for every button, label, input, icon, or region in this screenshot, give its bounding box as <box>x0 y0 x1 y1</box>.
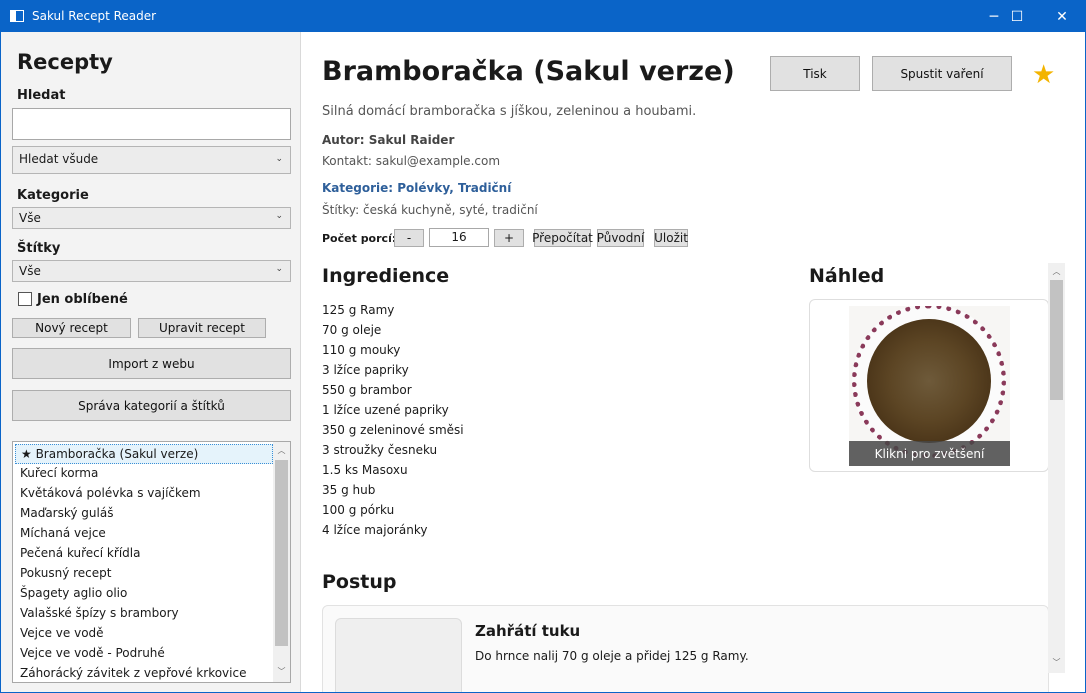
chevron-down-icon: ⌄ <box>275 211 283 221</box>
search-input[interactable] <box>12 108 291 140</box>
list-item[interactable]: Vejce ve vodě - Podruhé <box>15 644 273 664</box>
list-item[interactable]: Vejce ve vodě <box>15 624 273 644</box>
edit-recipe-button[interactable]: Upravit recept <box>138 318 266 338</box>
ingredient-item: 100 g pórku <box>322 503 395 517</box>
original-button[interactable]: Původní <box>597 229 644 247</box>
recipe-photo[interactable]: Klikni pro zvětšení <box>849 306 1010 466</box>
steps-heading: Postup <box>322 571 397 593</box>
chevron-down-icon: ⌄ <box>275 264 283 274</box>
tags-value: Vše <box>19 264 41 278</box>
scroll-thumb[interactable] <box>1050 280 1063 400</box>
category-value: Vše <box>19 211 41 225</box>
list-item[interactable]: Záhorácký závitek z vepřové krkovice <box>15 664 273 682</box>
ingredient-item: 35 g hub <box>322 483 376 497</box>
start-cooking-button[interactable]: Spustit vaření <box>872 56 1012 91</box>
window-title: Sakul Recept Reader <box>32 9 157 23</box>
recipe-tags: Štítky: česká kuchyně, syté, tradiční <box>322 203 538 217</box>
servings-label: Počet porcí: <box>322 232 397 245</box>
ingredient-item: 3 lžíce papriky <box>322 363 409 377</box>
recipe-description: Silná domácí bramboračka s jíškou, zelen… <box>322 104 697 119</box>
preview-card[interactable]: Klikni pro zvětšení <box>809 299 1049 472</box>
list-item[interactable]: Kuřecí korma <box>15 464 273 484</box>
ingredient-item: 70 g oleje <box>322 323 382 337</box>
title-bar[interactable]: Sakul Recept Reader ─ ☐ ✕ <box>1 1 1085 32</box>
soup-shape <box>867 319 991 443</box>
list-item[interactable]: ★ Bramboračka (Sakul verze) <box>15 444 273 464</box>
ingredient-item: 1 lžíce uzené papriky <box>322 403 449 417</box>
recipe-detail: Bramboračka (Sakul verze) Tisk Spustit v… <box>302 32 1085 692</box>
app-icon <box>10 10 24 22</box>
close-button[interactable]: ✕ <box>1039 1 1085 32</box>
ingredient-item: 550 g brambor <box>322 383 412 397</box>
recipe-list-scrollbar[interactable]: ︿ ﹀ <box>273 442 290 682</box>
ingredients-heading: Ingredience <box>322 265 450 287</box>
step-text: Do hrnce nalij 70 g oleje a přidej 125 g… <box>475 649 749 663</box>
maximize-button[interactable]: ☐ <box>994 1 1040 32</box>
scroll-up-icon[interactable]: ︿ <box>1048 266 1065 277</box>
recipe-author: Autor: Sakul Raider <box>322 133 455 147</box>
new-recipe-button[interactable]: Nový recept <box>12 318 131 338</box>
list-item[interactable]: Květáková polévka s vajíčkem <box>15 484 273 504</box>
list-item[interactable]: Maďarský guláš <box>15 504 273 524</box>
search-scope-value: Hledat všude <box>19 152 99 166</box>
recipe-list[interactable]: ★ Bramboračka (Sakul verze) Kuřecí korma… <box>12 441 291 683</box>
list-item[interactable]: Pečená kuřecí křídla <box>15 544 273 564</box>
print-button[interactable]: Tisk <box>770 56 860 91</box>
sidebar-heading: Recepty <box>17 50 113 74</box>
scroll-up-icon[interactable]: ︿ <box>273 445 290 456</box>
favorite-star-icon[interactable]: ★ <box>1032 60 1055 90</box>
category-select[interactable]: Vše ⌄ <box>12 207 291 229</box>
scroll-thumb[interactable] <box>275 460 288 646</box>
servings-input[interactable]: 16 <box>429 228 489 247</box>
ingredient-item: 350 g zeleninové směsi <box>322 423 464 437</box>
preview-heading: Náhled <box>809 265 885 287</box>
detail-scrollbar[interactable]: ︿ ﹀ <box>1048 263 1065 673</box>
chevron-down-icon: ⌄ <box>275 154 283 164</box>
ingredient-item: 1.5 ks Masoxu <box>322 463 408 477</box>
list-item[interactable]: Míchaná vejce <box>15 524 273 544</box>
save-servings-button[interactable]: Uložit <box>654 229 688 247</box>
recalculate-button[interactable]: Přepočítat <box>532 229 593 247</box>
category-label: Kategorie <box>17 188 89 203</box>
tags-label: Štítky <box>17 241 61 256</box>
step-title: Zahřátí tuku <box>475 622 581 640</box>
step-card: Zahřátí tuku Do hrnce nalij 70 g oleje a… <box>322 605 1049 692</box>
servings-plus-button[interactable]: + <box>494 229 524 247</box>
search-scope-select[interactable]: Hledat všude ⌄ <box>12 146 291 174</box>
sidebar: Recepty Hledat Hledat všude ⌄ Kategorie … <box>1 32 301 692</box>
recipe-contact: Kontakt: sakul@example.com <box>322 154 501 168</box>
ingredient-item: 125 g Ramy <box>322 303 395 317</box>
favorites-only-label: Jen oblíbené <box>37 292 128 307</box>
list-item[interactable]: Pokusný recept <box>15 564 273 584</box>
list-item[interactable]: Valašské špízy s brambory <box>15 604 273 624</box>
app-window: Sakul Recept Reader ─ ☐ ✕ Recepty Hledat… <box>0 0 1086 693</box>
zoom-caption[interactable]: Klikni pro zvětšení <box>849 441 1010 466</box>
manage-categories-button[interactable]: Správa kategorií a štítků <box>12 390 291 421</box>
ingredient-item: 110 g mouky <box>322 343 401 357</box>
ingredient-item: 3 stroužky česneku <box>322 443 438 457</box>
servings-minus-button[interactable]: - <box>394 229 424 247</box>
scroll-down-icon[interactable]: ﹀ <box>1048 657 1065 668</box>
list-item[interactable]: Špagety aglio olio <box>15 584 273 604</box>
recipe-title: Bramboračka (Sakul verze) <box>322 56 735 87</box>
tags-select[interactable]: Vše ⌄ <box>12 260 291 282</box>
scroll-down-icon[interactable]: ﹀ <box>273 666 290 677</box>
step-image-placeholder <box>335 618 462 692</box>
import-web-button[interactable]: Import z webu <box>12 348 291 379</box>
ingredient-item: 4 lžíce majoránky <box>322 523 428 537</box>
search-label: Hledat <box>17 88 66 103</box>
favorites-only-checkbox[interactable] <box>18 292 32 306</box>
recipe-categories: Kategorie: Polévky, Tradiční <box>322 181 512 195</box>
